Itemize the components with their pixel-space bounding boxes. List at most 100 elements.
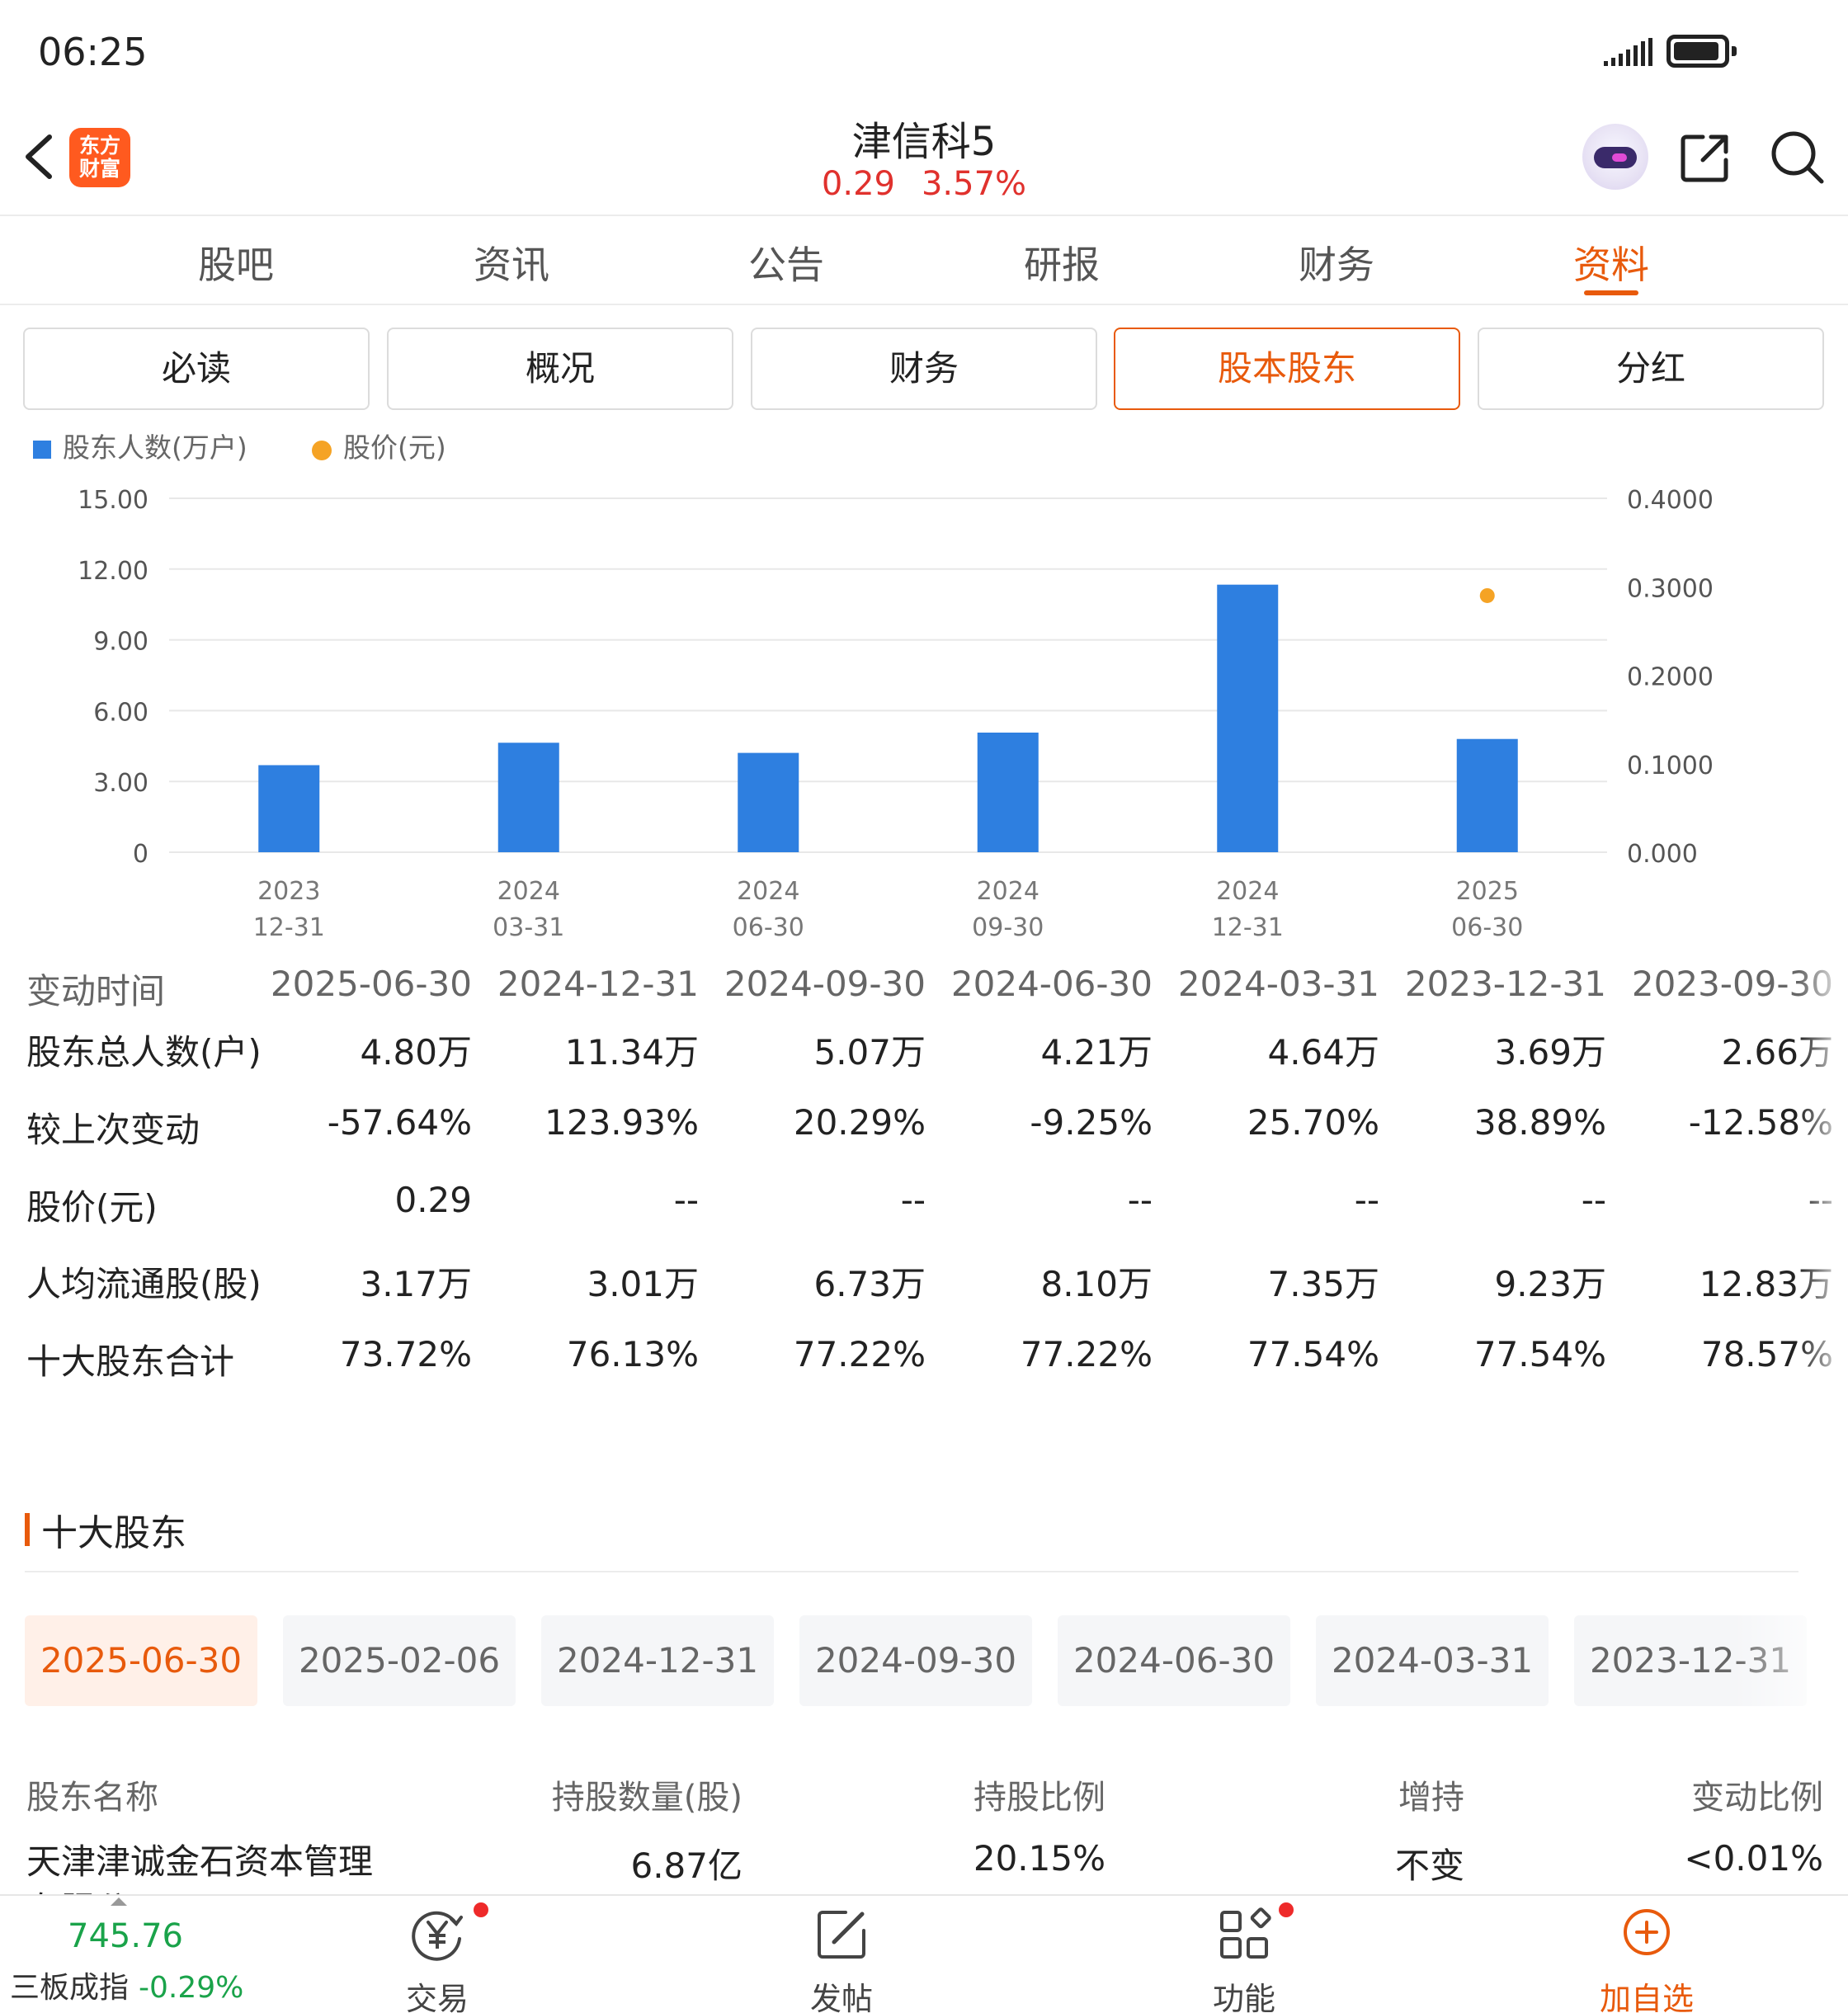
date-chip[interactable]: 2024-09-30 [799, 1615, 1032, 1706]
holders-chart: 15.00 12.00 9.00 6.00 3.00 0 0.4000 0.3000 0.200… [78, 486, 1714, 942]
stats-cell: 11.34万 [564, 1032, 699, 1072]
post-edit-icon [818, 1911, 865, 1959]
expand-caret-icon[interactable] [111, 1898, 127, 1906]
section-title: 十大股东 [41, 1512, 186, 1554]
subtab-4[interactable]: 股本股东 [1114, 328, 1460, 410]
date-chip[interactable]: 2025-06-30 [25, 1615, 257, 1706]
stock-change-pct: 3.57% [921, 165, 1027, 203]
stats-cell: 77.22% [1020, 1334, 1153, 1374]
row-label-total-holders: 股东总人数(户) [26, 1032, 262, 1072]
x-tick-label-year: 2023 [257, 877, 320, 906]
nav-add-watchlist[interactable]: 加自选 [1556, 1906, 1737, 2013]
nav-functions[interactable]: 功能 [1153, 1906, 1335, 2013]
col-header-shares: 持股数量(股) [551, 1779, 742, 1817]
tab-3[interactable]: 公告 [704, 235, 869, 288]
stock-name: 津信科5 [851, 119, 997, 165]
date-chip[interactable]: 2024-12-31 [541, 1615, 774, 1706]
col-header-holder-name: 股东名称 [26, 1779, 158, 1817]
nav-label-post: 发帖 [809, 1981, 873, 2013]
col-header-change-ratio: 变动比例 [1691, 1779, 1823, 1817]
report-date-selector: 2025-06-30 2025-02-06 2024-12-31 2024-09-30… [25, 1615, 1848, 1708]
status-time: 06:25 [38, 30, 148, 74]
stats-cell: 9.23万 [1494, 1264, 1606, 1304]
y-right-tick-label: 0.1000 [1627, 752, 1714, 780]
stats-row-vs-previous: 较上次变动 -57.64% 123.93% 20.29% -9.25% 25.70% 38.… [26, 1102, 1848, 1152]
stats-cell: 6.73万 [813, 1264, 926, 1304]
stats-cell: 20.29% [793, 1102, 926, 1143]
stats-cell: 3.01万 [587, 1264, 699, 1304]
stats-cell: 77.54% [1473, 1334, 1606, 1374]
holder-stats-table[interactable]: 变动时间 2025-06-30 2024-12-31 2024-09-30 2024-0… [26, 964, 1848, 1393]
nav-label-add-watchlist: 加自选 [1599, 1981, 1694, 2013]
x-tick-label-year: 2024 [1216, 877, 1279, 906]
stats-cell: 2024-03-31 [1177, 964, 1379, 1004]
y-left-tick-label: 12.00 [78, 557, 148, 586]
x-tick-label-year: 2024 [497, 877, 560, 906]
tabs-divider [0, 304, 1848, 305]
tab-2[interactable]: 资讯 [429, 235, 594, 288]
stats-row-total-holders: 股东总人数(户) 4.80万 11.34万 5.07万 4.21万 4.64万 3.69万 2… [26, 1025, 1848, 1074]
y-left-tick-label: 3.00 [93, 769, 148, 798]
stats-cell: 25.70% [1247, 1102, 1379, 1143]
holder-name[interactable]: 天津津诚金石资本管理有限公司 [26, 1838, 373, 1898]
index-ticker[interactable]: 三板成指 -0.29% [10, 1964, 243, 2006]
date-chip[interactable]: 2025-02-06 [283, 1615, 516, 1706]
x-tick-label-date: 06-30 [1451, 913, 1523, 942]
legend-item-holders: 股东人数(万户) [33, 426, 248, 465]
stats-cell: -57.64% [327, 1102, 472, 1143]
bar [738, 752, 799, 852]
subtab-5[interactable]: 分红 [1478, 328, 1824, 410]
date-chip[interactable]: 2024-06-30 [1058, 1615, 1290, 1706]
stats-row-share-price: 股价(元)0.29------------ [26, 1180, 1848, 1229]
stats-row-avg-float-shares: 人均流通股(股) 3.17万 3.01万 6.73万 8.10万 7.35万 9.23万 12… [26, 1256, 1848, 1306]
stats-cell: -- [900, 1180, 926, 1220]
stats-cell: 77.54% [1247, 1334, 1379, 1374]
tab-4[interactable]: 研报 [979, 235, 1144, 288]
date-chip[interactable]: 2024-03-31 [1316, 1615, 1549, 1706]
tab-5[interactable]: 财务 [1254, 235, 1419, 288]
holder-action: 不变 [1394, 1846, 1464, 1886]
row-label-share-price: 股价(元) [26, 1187, 158, 1228]
search-icon[interactable] [1769, 129, 1827, 186]
index-value[interactable]: 745.76 [68, 1917, 183, 1955]
stats-cell: 4.21万 [1040, 1032, 1153, 1072]
index-name: 三板成指 [10, 1971, 130, 2005]
nav-post[interactable]: 发帖 [751, 1906, 932, 2013]
stats-cell: 2025-06-30 [270, 964, 472, 1004]
stats-cell: -- [1354, 1180, 1379, 1220]
stats-cell: 4.64万 [1267, 1032, 1379, 1072]
stats-cell: 8.10万 [1040, 1264, 1153, 1304]
assistant-bot-icon[interactable] [1582, 124, 1648, 190]
col-header-ratio: 持股比例 [974, 1779, 1106, 1817]
stats-cell: -9.25% [1030, 1102, 1153, 1143]
y-right-tick-label: 0.2000 [1627, 663, 1714, 692]
subtab-1[interactable]: 必读 [23, 328, 370, 410]
y-right-tick-label: 0.000 [1627, 840, 1698, 869]
stats-cell: 3.69万 [1494, 1032, 1606, 1072]
stats-cell: 77.22% [793, 1334, 926, 1374]
stats-cell: 3.17万 [360, 1264, 472, 1304]
holder-ratio: 20.15% [973, 1838, 1106, 1879]
stock-price: 0.29 [821, 165, 895, 203]
subtab-2[interactable]: 概况 [387, 328, 733, 410]
tab-1[interactable]: 股吧 [153, 235, 318, 288]
stats-cell: -- [1581, 1180, 1606, 1220]
nav-trade[interactable]: 交易 [346, 1906, 528, 2013]
col-header-action: 增持 [1398, 1779, 1464, 1817]
battery-icon [1666, 35, 1737, 68]
x-tick-label-year: 2024 [737, 877, 799, 906]
stats-cell: 76.13% [566, 1334, 699, 1374]
bar [977, 732, 1039, 852]
subtab-3[interactable]: 财务 [751, 328, 1097, 410]
holder-change-ratio: <0.01% [1684, 1838, 1823, 1879]
share-icon[interactable] [1678, 130, 1732, 185]
bar [1217, 584, 1279, 852]
y-left-tick-label: 15.00 [78, 486, 148, 515]
add-watchlist-icon [1624, 1909, 1670, 1955]
stats-cell: 0.29 [394, 1180, 472, 1220]
stats-cell: 73.72% [339, 1334, 472, 1374]
tab-6[interactable]: 资料 [1529, 235, 1694, 288]
legend-label-price: 股价(元) [343, 431, 446, 464]
stats-cell: 2024-06-30 [950, 964, 1153, 1004]
stats-cell: -- [673, 1180, 699, 1220]
